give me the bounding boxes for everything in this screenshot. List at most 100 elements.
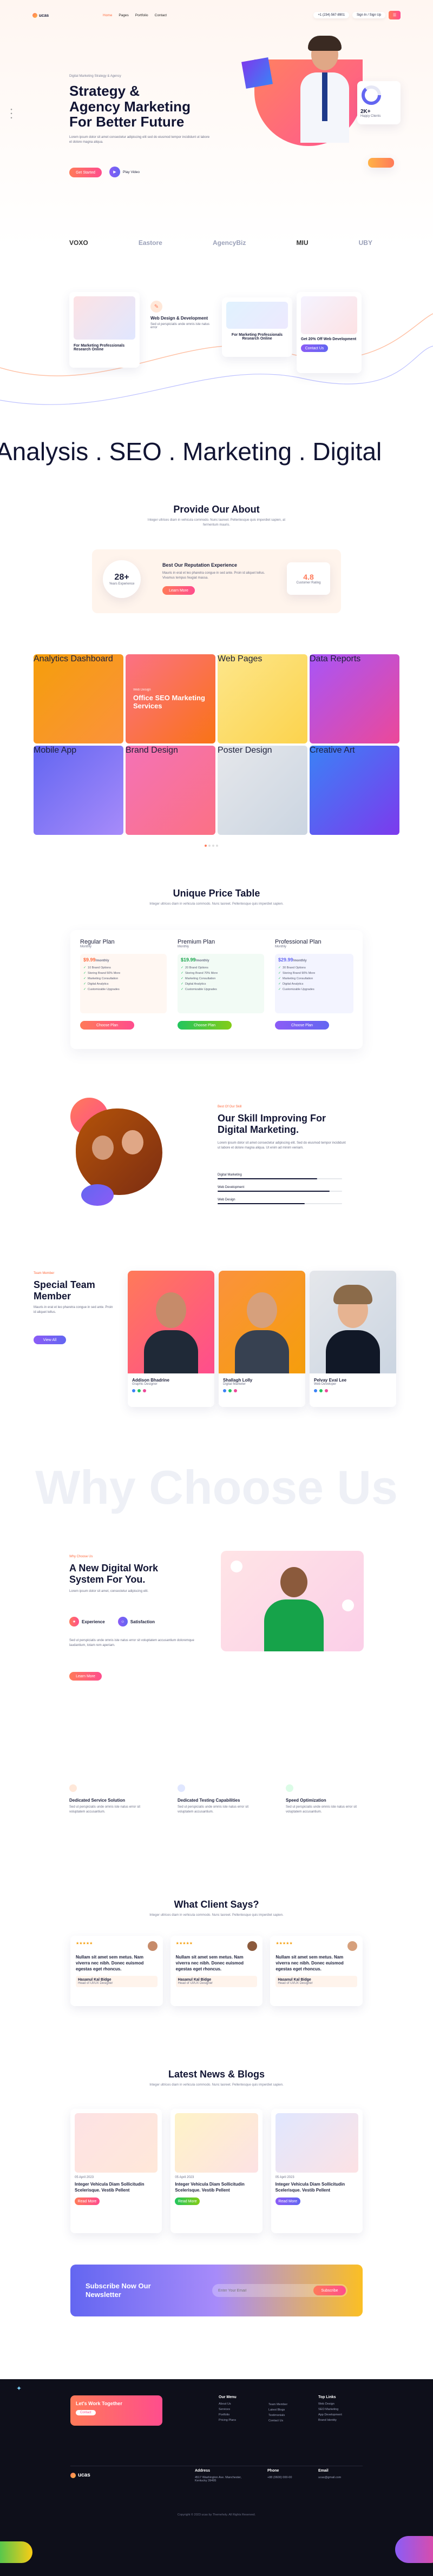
footer-link[interactable]: Pricing Plans xyxy=(219,2419,237,2422)
read-more-button[interactable]: Read More xyxy=(275,2197,300,2206)
team-card[interactable]: Pelvay Eval Lee Web Developer xyxy=(310,1271,396,1407)
footer-link[interactable]: Services xyxy=(219,2408,237,2411)
team-description: Mauris in erat et leo pharetra congue in… xyxy=(34,1306,113,1314)
address-text: 4517 Washington Ave. Manchester, Kentuck… xyxy=(195,2476,242,2482)
brand-logo: AgencyBiz xyxy=(213,239,246,247)
nav-portfolio[interactable]: Portfolio xyxy=(135,14,148,17)
footer-contact-button[interactable]: Contact xyxy=(76,2410,96,2415)
pagination-dot[interactable] xyxy=(205,845,207,847)
footer-link[interactable]: Brand Identity xyxy=(318,2419,342,2422)
portfolio-item[interactable]: Creative Art xyxy=(310,746,399,835)
promo-card[interactable]: Get 20% Off Web Development Contact Us xyxy=(297,292,362,373)
pricing-subtitle: Integer ultrices diam in vehicula commod… xyxy=(149,902,284,906)
choose-plan-button[interactable]: Choose Plan xyxy=(275,1021,329,1030)
instagram-icon[interactable] xyxy=(234,1389,237,1392)
news-headline: Integer Vehicula Diam Sollicitudin Scele… xyxy=(275,2182,345,2193)
avatar xyxy=(347,1941,358,1951)
digital-learn-more-button[interactable]: Learn More xyxy=(69,1672,102,1681)
twitter-icon[interactable] xyxy=(228,1389,232,1392)
twitter-icon[interactable] xyxy=(137,1389,141,1392)
email-text[interactable]: ucas@gmail.com xyxy=(318,2476,341,2479)
contact-us-button[interactable]: Contact Us xyxy=(301,344,328,352)
nav-contact[interactable]: Contact xyxy=(155,14,167,17)
footer-link[interactable]: Portfolio xyxy=(219,2413,237,2416)
float-icon xyxy=(342,1599,354,1611)
facebook-icon[interactable] xyxy=(223,1389,226,1392)
service-card[interactable]: For Marketing Professionals Research Onl… xyxy=(222,297,292,357)
read-more-button[interactable]: Read More xyxy=(75,2197,100,2206)
skills-image xyxy=(70,1098,168,1206)
portfolio-item[interactable]: Data Reports xyxy=(310,654,399,743)
plan-features-box: $9.99/monthly ✓ 10 Brand Options ✓ Storing… xyxy=(80,954,167,1013)
pagination-dot[interactable] xyxy=(212,845,214,847)
news-headline: Integer Vehicula Diam Sollicitudin Scele… xyxy=(75,2182,145,2193)
phone-pill[interactable]: +1 (234) 567-8901 xyxy=(313,12,349,18)
testimonial-quote: Nullam sit amet sem metus. Nam viverra n… xyxy=(175,1955,244,1972)
footer-link[interactable]: About Us xyxy=(219,2402,237,2406)
footer-link[interactable]: Contact Us xyxy=(268,2419,287,2422)
footer-link[interactable]: Web Design xyxy=(318,2402,342,2406)
digital-title-line: System For You. xyxy=(69,1574,146,1585)
instagram-icon[interactable] xyxy=(325,1389,328,1392)
portfolio-title: Office SEO Marketing Services xyxy=(133,693,205,710)
newsletter-title-line: Newsletter xyxy=(86,2290,121,2299)
pagination-dot[interactable] xyxy=(208,845,211,847)
twitter-icon[interactable] xyxy=(319,1389,323,1392)
read-more-button[interactable]: Read More xyxy=(175,2197,200,2206)
news-date: 05 April 2023 xyxy=(275,2176,294,2179)
signin-button[interactable]: Sign In / Sign Up xyxy=(352,12,385,18)
facebook-icon[interactable] xyxy=(132,1389,135,1392)
instagram-icon[interactable] xyxy=(143,1389,146,1392)
nav-home[interactable]: Home xyxy=(103,14,112,17)
hero-badge xyxy=(368,158,394,168)
newsletter-banner: Subscribe Now Our Newsletter Subscribe xyxy=(70,2265,363,2316)
plan-feature: Digital Analytics xyxy=(88,982,109,986)
team-photo xyxy=(310,1271,396,1373)
nav-pages[interactable]: Pages xyxy=(119,14,128,17)
skills-description: Lorem ipsum dolor sit amet consectetur a… xyxy=(218,1141,346,1150)
phone-text[interactable]: +88 (0600) 000-00 xyxy=(267,2476,292,2479)
news-card[interactable]: 05 April 2023 Integer Vehicula Diam Soll… xyxy=(271,2109,363,2233)
team-card[interactable]: Shallagh Lolly Digital Marketer xyxy=(219,1271,305,1407)
choose-plan-button[interactable]: Choose Plan xyxy=(80,1021,134,1030)
feature-item: Dedicated Service Solution Sed ut perspi… xyxy=(69,1784,156,1815)
view-all-team-button[interactable]: View All xyxy=(34,1336,66,1344)
testimonial-card: ★★★★★ Nullam sit amet sem metus. Nam viv… xyxy=(70,1936,163,2006)
facebook-icon[interactable] xyxy=(314,1389,317,1392)
hero-title-line: For Better Future xyxy=(69,114,185,130)
portfolio-item[interactable]: Analytics Dashboard xyxy=(34,654,123,743)
menu-toggle-button[interactable]: ☰ xyxy=(389,11,401,19)
footer-link[interactable]: App Development xyxy=(318,2413,342,2416)
digital-paragraph: Sed ut perspiciatis unde omnis iste natu… xyxy=(69,1639,194,1647)
service-icon xyxy=(69,1784,77,1792)
marquee-text: Analysis . SEO . Marketing . Digital xyxy=(0,437,382,466)
subscribe-button[interactable]: Subscribe xyxy=(313,2286,346,2295)
portfolio-featured[interactable]: Web Design Office SEO Marketing Services xyxy=(126,654,215,743)
news-card[interactable]: 05 April 2023 Integer Vehicula Diam Soll… xyxy=(70,2109,162,2233)
news-card[interactable]: 05 April 2023 Integer Vehicula Diam Soll… xyxy=(170,2109,263,2233)
feature-desc: Sed ut perspiciatis unde omnis iste natu… xyxy=(69,1805,141,1814)
footer-link[interactable]: Latest Blogs xyxy=(268,2408,287,2412)
service-card[interactable]: For Marketing Professionals Research Onl… xyxy=(69,292,140,368)
logo[interactable]: ucas xyxy=(32,12,92,18)
footer-link[interactable]: Testimonials xyxy=(268,2414,287,2417)
pagination-dot[interactable] xyxy=(216,845,218,847)
service-title: For Marketing Professionals Research Onl… xyxy=(231,333,283,341)
portfolio-item[interactable]: Mobile App xyxy=(34,746,123,835)
skill-track xyxy=(218,1203,342,1204)
portfolio-item[interactable]: Poster Design xyxy=(218,746,307,835)
learn-more-button[interactable]: Learn More xyxy=(162,586,195,595)
play-video-button[interactable]: ▶ Play Video xyxy=(109,167,140,177)
feature-desc: Sed ut perspiciatis unde omnis iste natu… xyxy=(286,1805,357,1814)
get-started-button[interactable]: Get Started xyxy=(69,168,102,177)
footer-link[interactable]: SEO Marketing xyxy=(318,2408,342,2411)
skill-track xyxy=(218,1178,342,1179)
portfolio-item[interactable]: Brand Design xyxy=(126,746,215,835)
footer-link[interactable]: Team Member xyxy=(268,2403,287,2406)
choose-plan-button[interactable]: Choose Plan xyxy=(178,1021,232,1030)
portfolio-item[interactable]: Web Pages xyxy=(218,654,307,743)
newsletter-email-input[interactable] xyxy=(214,2286,313,2295)
team-card[interactable]: Addison Bhadrine Graphic Designer xyxy=(128,1271,214,1407)
newsletter-title: Subscribe Now Our Newsletter xyxy=(86,2282,151,2299)
footer-logo[interactable]: ucas xyxy=(70,2472,90,2478)
